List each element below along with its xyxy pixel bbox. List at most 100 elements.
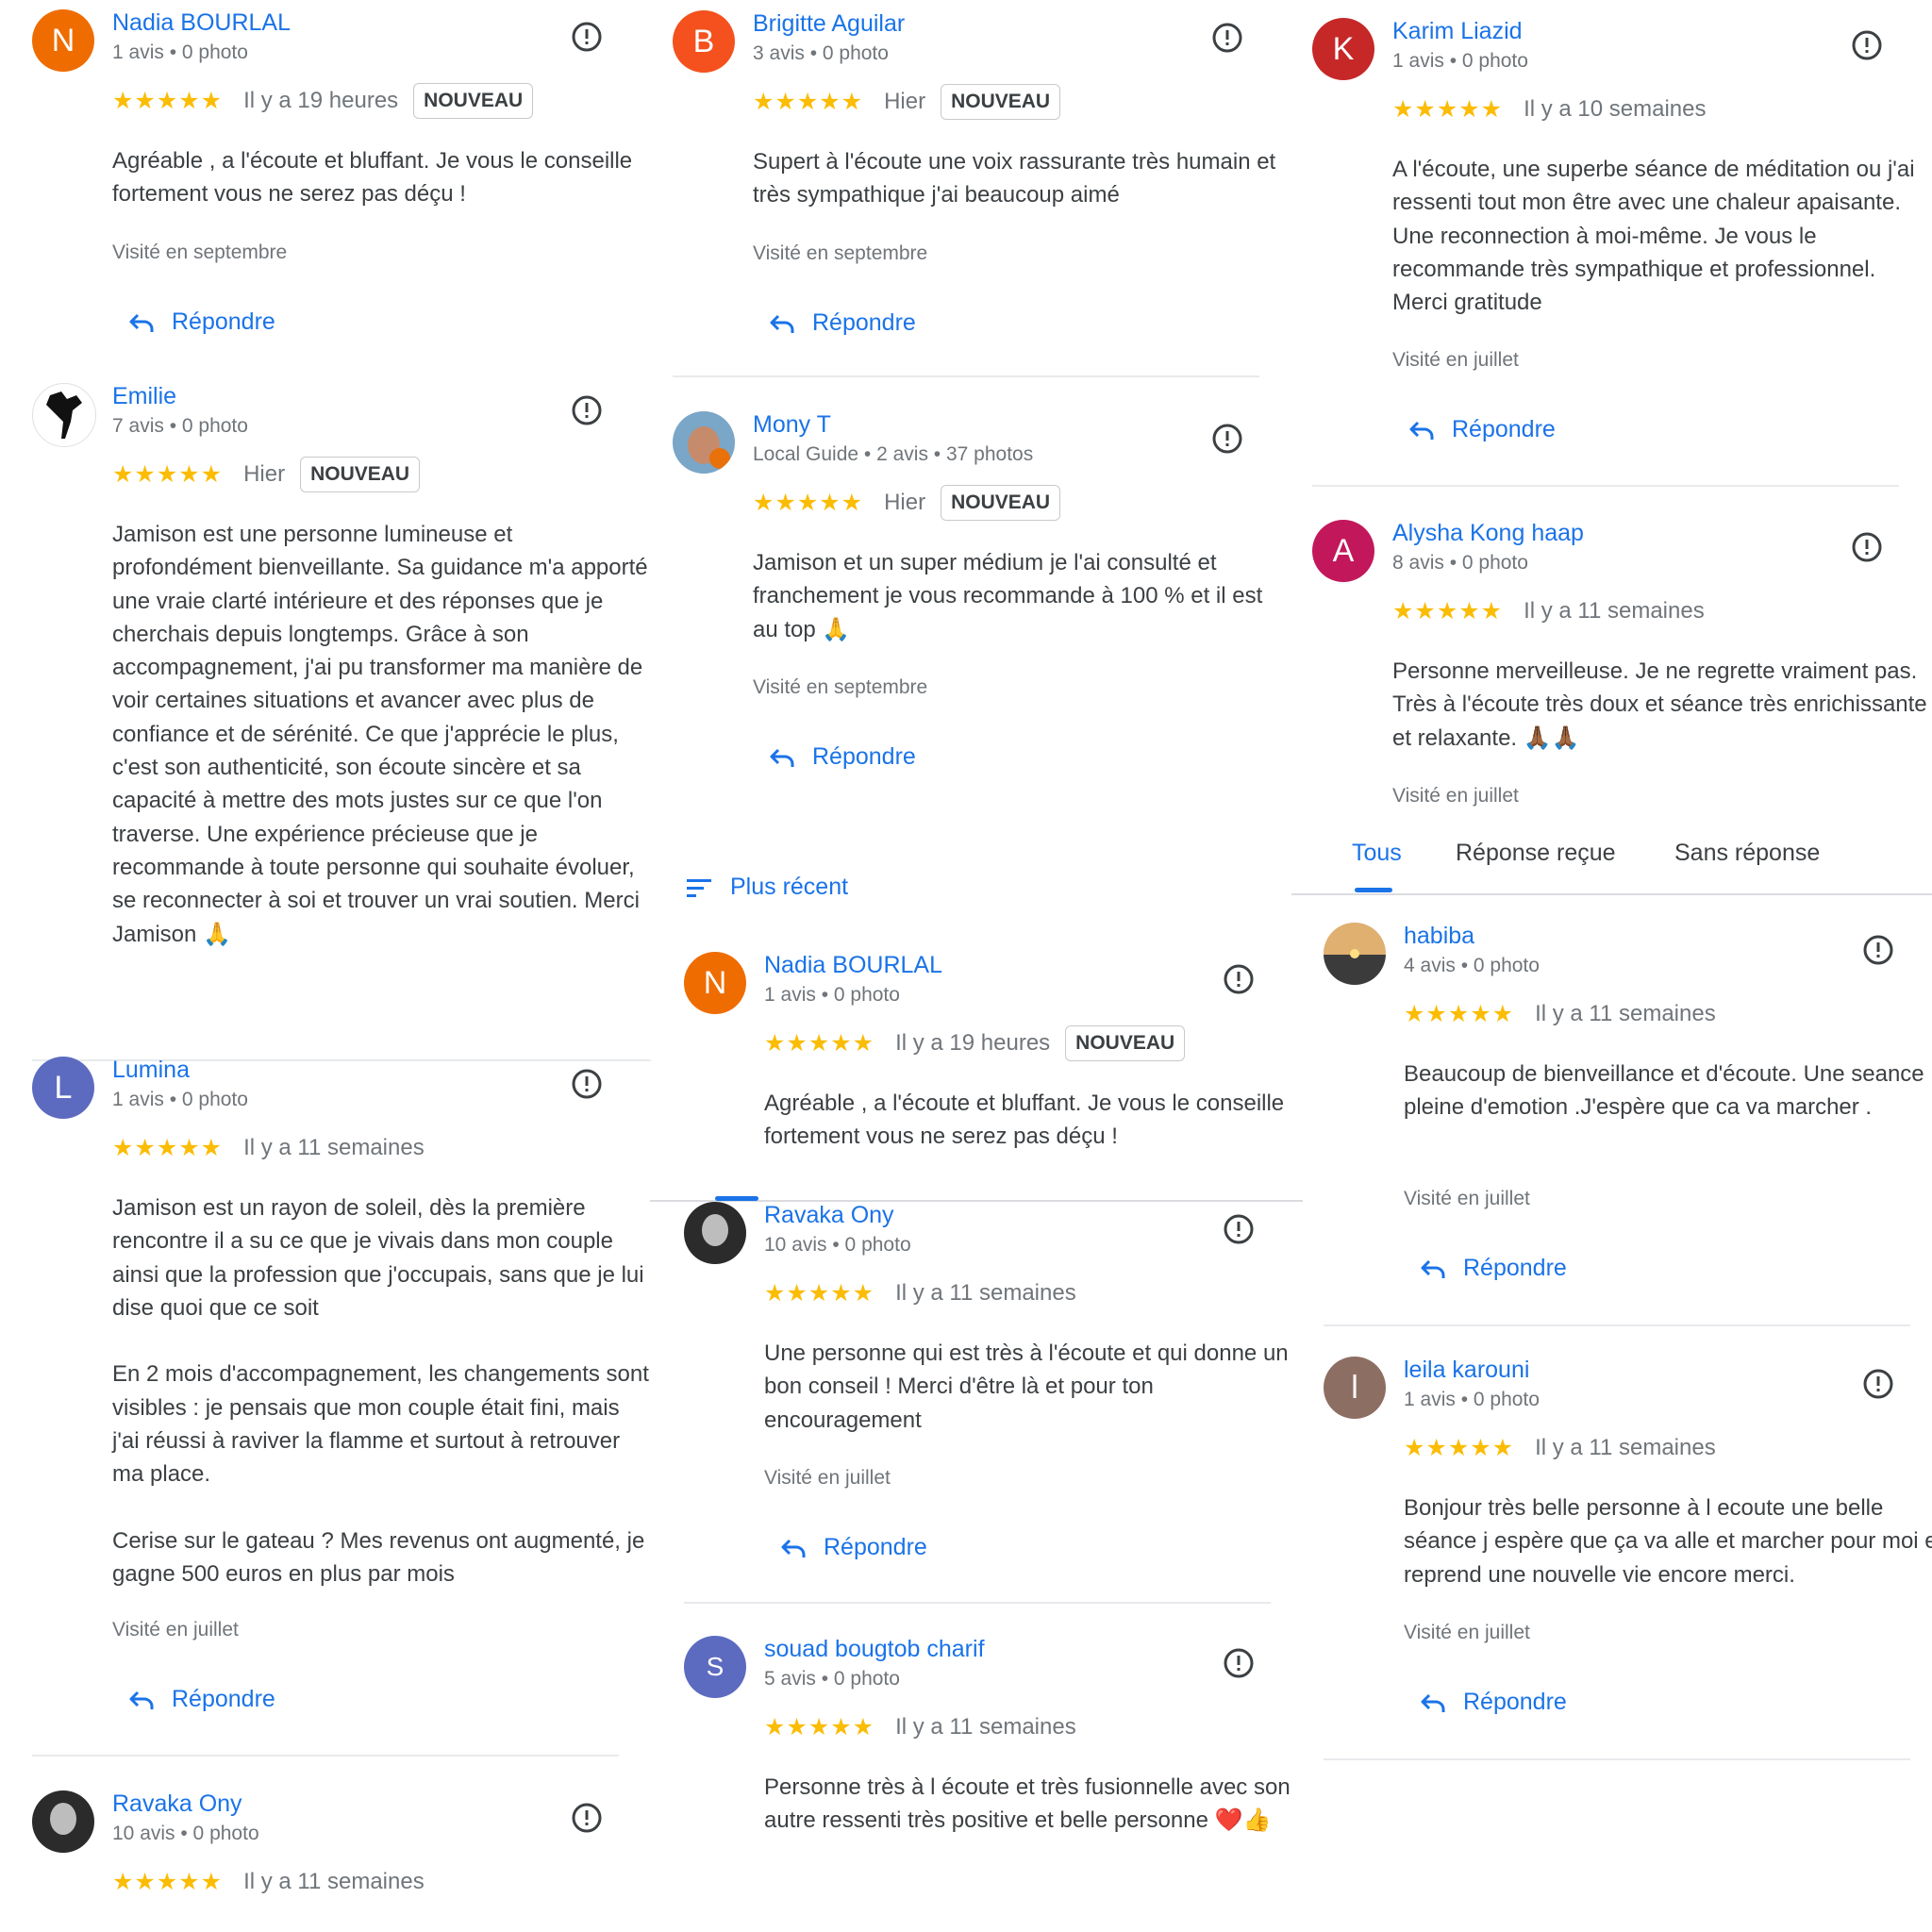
reply-button[interactable]: Répondre	[769, 743, 916, 771]
reviewer-name[interactable]: Ravaka Ony	[112, 1790, 242, 1818]
reviewer-name[interactable]: Nadia BOURLAL	[764, 952, 942, 979]
reply-button[interactable]: Répondre	[780, 1534, 927, 1561]
avatar[interactable]: l	[1324, 1357, 1386, 1419]
star-rating: ★★★★★	[764, 1714, 875, 1740]
reply-button[interactable]: Répondre	[1420, 1689, 1567, 1716]
sort-lines-icon	[687, 878, 711, 897]
report-flag-icon[interactable]	[1211, 22, 1243, 54]
rating-row: ★★★★★ Il y a 11 semaines	[764, 1707, 1076, 1747]
star-rating: ★★★★★	[764, 1280, 875, 1307]
review-time: Hier	[884, 490, 926, 515]
new-badge: NOUVEAU	[1065, 1025, 1186, 1061]
divider	[1312, 485, 1899, 487]
review-time: Il y a 11 semaines	[1535, 1435, 1716, 1460]
avatar[interactable]: N	[32, 9, 94, 72]
divider	[1324, 1758, 1910, 1760]
star-rating: ★★★★★	[753, 89, 864, 115]
tab-divider	[1291, 893, 1932, 895]
reviewer-meta: 4 avis • 0 photo	[1404, 955, 1540, 976]
avatar[interactable]: A	[1312, 520, 1374, 582]
reply-arrow-icon	[780, 1537, 807, 1559]
report-flag-icon[interactable]	[571, 21, 603, 53]
avatar[interactable]: K	[1312, 18, 1374, 80]
report-flag-icon[interactable]	[1211, 423, 1243, 455]
sort-button[interactable]: Plus récent	[687, 874, 848, 901]
reviewer-name[interactable]: Lumina	[112, 1057, 190, 1084]
reply-arrow-icon	[128, 311, 155, 334]
reviewer-name[interactable]: habiba	[1404, 923, 1474, 950]
report-flag-icon[interactable]	[1223, 1647, 1255, 1679]
rating-row: ★★★★★ Hier NOUVEAU	[753, 483, 1061, 523]
report-flag-icon[interactable]	[571, 1068, 603, 1100]
avatar[interactable]: B	[673, 10, 735, 73]
avatar[interactable]	[32, 383, 96, 447]
filter-tabs: Tous Réponse reçue Sans réponse	[1312, 840, 1932, 896]
visit-date: Visité en juillet	[1404, 1188, 1530, 1209]
report-flag-icon[interactable]	[1862, 934, 1894, 966]
reply-label: Répondre	[824, 1534, 927, 1560]
tab-no-reply[interactable]: Sans réponse	[1674, 840, 1820, 867]
avatar[interactable]	[673, 411, 735, 474]
tab-reply-received[interactable]: Réponse reçue	[1456, 840, 1616, 867]
divider	[684, 1602, 1271, 1604]
report-flag-icon[interactable]	[1223, 1213, 1255, 1245]
review-time: Hier	[884, 89, 926, 114]
avatar-silhouette-icon	[46, 391, 82, 439]
rating-row: ★★★★★ Hier NOUVEAU	[753, 82, 1061, 122]
reply-arrow-icon	[769, 312, 795, 335]
review-time: Il y a 10 semaines	[1524, 96, 1707, 122]
visit-date: Visité en septembre	[112, 242, 288, 263]
reply-label: Répondre	[1452, 416, 1556, 442]
report-flag-icon[interactable]	[571, 1802, 603, 1834]
rating-row: ★★★★★ Il y a 10 semaines	[1392, 90, 1707, 129]
reviewer-name[interactable]: Karim Liazid	[1392, 18, 1523, 45]
report-flag-icon[interactable]	[1862, 1368, 1894, 1400]
rating-row: ★★★★★ Il y a 11 semaines	[1404, 994, 1716, 1034]
report-flag-icon[interactable]	[1223, 963, 1255, 995]
reviewer-name[interactable]: leila karouni	[1404, 1357, 1529, 1384]
rating-row: ★★★★★ Il y a 11 semaines	[1392, 591, 1705, 631]
reply-button[interactable]: Répondre	[128, 308, 275, 336]
report-flag-icon[interactable]	[571, 394, 603, 426]
review-time: Il y a 19 heures	[243, 88, 399, 113]
star-rating: ★★★★★	[112, 461, 224, 488]
avatar[interactable]: S	[684, 1636, 746, 1698]
avatar-photo-icon	[32, 1790, 94, 1853]
report-flag-icon[interactable]	[1851, 531, 1883, 563]
avatar[interactable]	[32, 1790, 94, 1853]
reviewer-name[interactable]: Brigitte Aguilar	[753, 10, 905, 38]
reviewer-name[interactable]: Emilie	[112, 383, 176, 410]
reply-label: Répondre	[172, 308, 275, 335]
divider	[32, 1755, 619, 1757]
reviewer-meta: 5 avis • 0 photo	[764, 1668, 900, 1690]
visit-date: Visité en septembre	[753, 242, 928, 264]
visit-date: Visité en juillet	[112, 1619, 239, 1641]
avatar[interactable]: L	[32, 1057, 94, 1119]
avatar[interactable]	[1324, 923, 1386, 985]
avatar[interactable]	[684, 1202, 746, 1264]
reviewer-name[interactable]: souad bougtob charif	[764, 1636, 985, 1663]
reviewer-meta: 1 avis • 0 photo	[1404, 1389, 1540, 1410]
tab-indicator	[715, 1196, 758, 1201]
reviewer-name[interactable]: Alysha Kong haap	[1392, 520, 1584, 547]
review-time: Il y a 11 semaines	[895, 1280, 1076, 1306]
reply-button[interactable]: Répondre	[128, 1686, 275, 1713]
reviewer-name[interactable]: Ravaka Ony	[764, 1202, 894, 1229]
review-text: Personne merveilleuse. Je ne regrette vr…	[1392, 658, 1927, 751]
reply-button[interactable]: Répondre	[1420, 1255, 1567, 1282]
avatar[interactable]: N	[684, 952, 746, 1014]
report-flag-icon[interactable]	[1851, 29, 1883, 61]
reply-label: Répondre	[812, 309, 916, 336]
reviewer-name[interactable]: Mony T	[753, 411, 831, 439]
visit-date: Visité en juillet	[1404, 1622, 1530, 1643]
tab-all[interactable]: Tous	[1352, 840, 1402, 867]
reviewer-name[interactable]: Nadia BOURLAL	[112, 9, 291, 37]
rating-row: ★★★★★ Il y a 11 semaines	[1404, 1428, 1716, 1468]
review-text: Beaucoup de bienveillance et d'écoute. U…	[1404, 1061, 1924, 1121]
new-badge: NOUVEAU	[300, 457, 421, 492]
reviewer-meta: 1 avis • 0 photo	[112, 1089, 248, 1110]
reply-button[interactable]: Répondre	[1408, 416, 1556, 443]
reply-button[interactable]: Répondre	[769, 309, 916, 337]
reply-label: Répondre	[172, 1686, 275, 1712]
reviewer-meta: 1 avis • 0 photo	[1392, 50, 1528, 72]
